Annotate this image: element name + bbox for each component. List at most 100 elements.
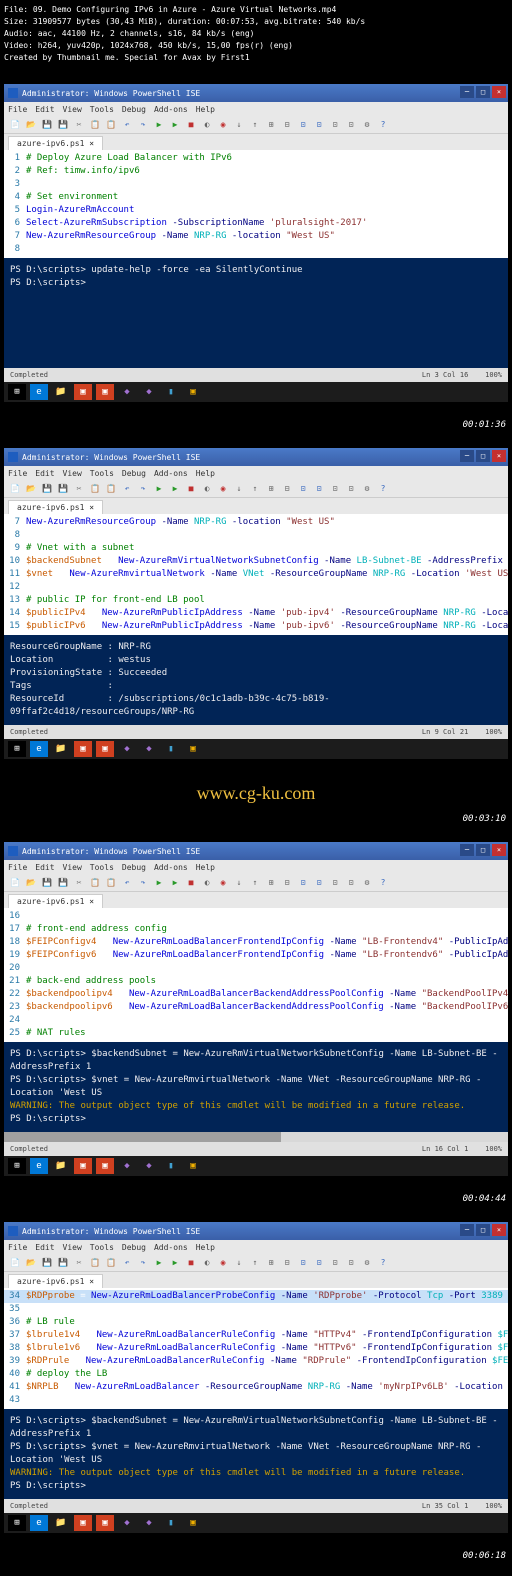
toolbar-icon[interactable]: ◉	[216, 876, 230, 890]
code-line[interactable]: 23$backendpoolipv6 = New-AzureRmLoadBala…	[4, 1001, 508, 1014]
menu-view[interactable]: View	[63, 469, 82, 478]
taskbar-icon[interactable]: ▣	[184, 1515, 202, 1531]
toolbar-icon[interactable]: ↓	[232, 876, 246, 890]
toolbar-icon[interactable]: ⊡	[328, 876, 342, 890]
toolbar-icon[interactable]: 📋	[88, 1256, 102, 1270]
taskbar-icon[interactable]: ◆	[118, 1158, 136, 1174]
toolbar-icon[interactable]: ⊡	[296, 1256, 310, 1270]
taskbar-icon[interactable]: ▣	[96, 384, 114, 400]
toolbar-icon[interactable]: 💾	[56, 876, 70, 890]
menu-help[interactable]: Help	[196, 105, 215, 114]
code-line[interactable]: 13# public IP for front-end LB pool	[4, 594, 508, 607]
toolbar-icon[interactable]: 📄	[8, 118, 22, 132]
file-tab[interactable]: azure-ipv6.ps1 ×	[8, 136, 103, 150]
code-line[interactable]: 15$publicIPv6 = New-AzureRmPublicIpAddre…	[4, 620, 508, 633]
code-line[interactable]: 14$publicIPv4 = New-AzureRmPublicIpAddre…	[4, 607, 508, 620]
taskbar-icon[interactable]: ▣	[96, 1515, 114, 1531]
toolbar-icon[interactable]: ↓	[232, 118, 246, 132]
menu-edit[interactable]: Edit	[35, 863, 54, 872]
code-line[interactable]: 17# front-end address config	[4, 923, 508, 936]
titlebar[interactable]: Administrator: Windows PowerShell ISE ─ …	[4, 84, 508, 102]
toolbar-icon[interactable]: ⊞	[264, 118, 278, 132]
code-line[interactable]: 1# Deploy Azure Load Balancer with IPv6	[4, 152, 508, 165]
toolbar-icon[interactable]: ■	[184, 1256, 198, 1270]
toolbar-icon[interactable]: ■	[184, 482, 198, 496]
menu-edit[interactable]: Edit	[35, 1243, 54, 1252]
menu-add-ons[interactable]: Add-ons	[154, 863, 188, 872]
taskbar-icon[interactable]: ▣	[184, 384, 202, 400]
toolbar-icon[interactable]: ⊡	[312, 118, 326, 132]
console-pane[interactable]: PS D:\scripts> update-help -force -ea Si…	[4, 258, 508, 368]
toolbar-icon[interactable]: 📋	[104, 1256, 118, 1270]
code-line[interactable]: 22$backendpoolipv4 = New-AzureRmLoadBala…	[4, 988, 508, 1001]
toolbar-icon[interactable]: ⊡	[312, 1256, 326, 1270]
menu-tools[interactable]: Tools	[90, 469, 114, 478]
toolbar-icon[interactable]: ↓	[232, 482, 246, 496]
scrollbar-horizontal[interactable]	[4, 1132, 508, 1142]
toolbar-icon[interactable]: 📋	[104, 118, 118, 132]
menu-add-ons[interactable]: Add-ons	[154, 1243, 188, 1252]
maximize-button[interactable]: □	[476, 844, 490, 856]
toolbar-icon[interactable]: ■	[184, 118, 198, 132]
toolbar-icon[interactable]: ↑	[248, 118, 262, 132]
taskbar-icon[interactable]: e	[30, 1158, 48, 1174]
menu-tools[interactable]: Tools	[90, 863, 114, 872]
toolbar-icon[interactable]: ?	[376, 118, 390, 132]
code-line[interactable]: 4# Set environment	[4, 191, 508, 204]
toolbar-icon[interactable]: ⚙	[360, 482, 374, 496]
taskbar-icon[interactable]: ▣	[74, 384, 92, 400]
taskbar-icon[interactable]: ⊞	[8, 1515, 26, 1531]
toolbar-icon[interactable]: ↶	[120, 876, 134, 890]
toolbar-icon[interactable]: ↷	[136, 118, 150, 132]
titlebar[interactable]: Administrator: Windows PowerShell ISE ─ …	[4, 842, 508, 860]
toolbar-icon[interactable]: ⚙	[360, 118, 374, 132]
taskbar-icon[interactable]: ▮	[162, 384, 180, 400]
code-line[interactable]: 19$FEIPConfigv6 = New-AzureRmLoadBalance…	[4, 949, 508, 962]
taskbar-icon[interactable]: ▮	[162, 741, 180, 757]
toolbar-icon[interactable]: ⊞	[264, 482, 278, 496]
toolbar-icon[interactable]: 📋	[104, 876, 118, 890]
taskbar-icon[interactable]: ◆	[140, 384, 158, 400]
maximize-button[interactable]: □	[476, 450, 490, 462]
toolbar-icon[interactable]: 💾	[40, 482, 54, 496]
toolbar-icon[interactable]: ▶	[152, 876, 166, 890]
toolbar-icon[interactable]: ?	[376, 1256, 390, 1270]
taskbar-icon[interactable]: ▣	[184, 741, 202, 757]
code-editor[interactable]: 7New-AzureRmResourceGroup -Name NRP-RG -…	[4, 514, 508, 635]
maximize-button[interactable]: □	[476, 1224, 490, 1236]
taskbar-icon[interactable]: ▣	[74, 1515, 92, 1531]
tab-close-icon[interactable]: ×	[89, 503, 94, 512]
toolbar-icon[interactable]: ⊡	[296, 118, 310, 132]
code-line[interactable]: 34$RDPprobe = New-AzureRmLoadBalancerPro…	[4, 1290, 508, 1303]
toolbar-icon[interactable]: ↓	[232, 1256, 246, 1270]
taskbar-icon[interactable]: ◆	[118, 1515, 136, 1531]
toolbar-icon[interactable]: ✂	[72, 482, 86, 496]
taskbar-icon[interactable]: e	[30, 384, 48, 400]
code-line[interactable]: 38$lbrule1v6 = New-AzureRmLoadBalancerRu…	[4, 1342, 508, 1355]
toolbar-icon[interactable]: 📋	[104, 482, 118, 496]
toolbar-icon[interactable]: ✂	[72, 876, 86, 890]
code-line[interactable]: 3	[4, 178, 508, 191]
toolbar-icon[interactable]: ▶	[168, 1256, 182, 1270]
toolbar-icon[interactable]: ▶	[152, 118, 166, 132]
toolbar-icon[interactable]: ✂	[72, 1256, 86, 1270]
code-line[interactable]: 2# Ref: timw.info/ipv6	[4, 165, 508, 178]
toolbar-icon[interactable]: 💾	[40, 1256, 54, 1270]
toolbar-icon[interactable]: ⊡	[344, 118, 358, 132]
code-line[interactable]: 39$RDPrule = New-AzureRmLoadBalancerRule…	[4, 1355, 508, 1368]
toolbar-icon[interactable]: ◐	[200, 482, 214, 496]
menu-edit[interactable]: Edit	[35, 469, 54, 478]
file-tab[interactable]: azure-ipv6.ps1 ×	[8, 500, 103, 514]
toolbar-icon[interactable]: ⊡	[312, 876, 326, 890]
toolbar-icon[interactable]: ▶	[152, 1256, 166, 1270]
toolbar-icon[interactable]: ⊡	[344, 876, 358, 890]
taskbar-icon[interactable]: ▣	[184, 1158, 202, 1174]
taskbar-icon[interactable]: ⊞	[8, 741, 26, 757]
menu-file[interactable]: File	[8, 105, 27, 114]
toolbar-icon[interactable]: ◉	[216, 1256, 230, 1270]
toolbar-icon[interactable]: ↷	[136, 876, 150, 890]
menu-help[interactable]: Help	[196, 469, 215, 478]
taskbar-icon[interactable]: ▣	[96, 741, 114, 757]
close-button[interactable]: ×	[492, 1224, 506, 1236]
code-line[interactable]: 20	[4, 962, 508, 975]
